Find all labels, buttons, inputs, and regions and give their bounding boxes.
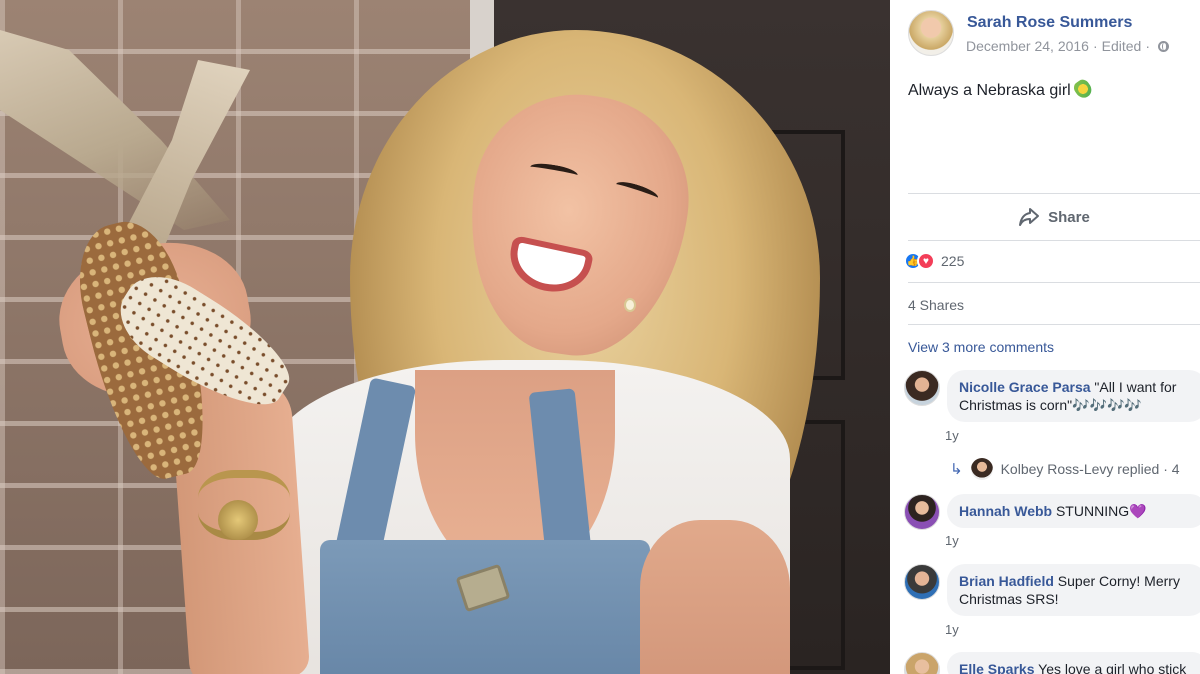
divider [908,193,1200,194]
globe-icon[interactable] [1158,41,1170,52]
divider [908,282,1200,283]
reply-arrow-icon: ↳ [950,461,963,478]
edited-label[interactable]: Edited [1102,38,1142,54]
reaction-count: 225 [941,253,965,269]
commenter-avatar[interactable] [904,564,940,600]
comment-time[interactable]: 1y [945,622,959,637]
reply-meta: replied · 4 [1117,461,1180,477]
commenter-name[interactable]: Hannah Webb [959,503,1052,519]
reaction-summary[interactable]: 👍 ♥ 225 [904,252,964,270]
replier-avatar [970,458,993,480]
commenter-name[interactable]: Elle Sparks [959,661,1035,674]
post-sidebar: Sarah Rose Summers December 24, 2016 · Edi… [890,0,1200,674]
post-meta: December 24, 2016 · Edited · [966,38,1170,54]
commenter-name[interactable]: Nicolle Grace Parsa [959,379,1091,395]
commenter-avatar[interactable] [904,494,940,530]
earring [624,298,636,312]
divider [908,324,1200,325]
comment-bubble: Brian Hadfield Super Corny! Merry Christ… [947,564,1200,616]
shares-count[interactable]: 4 Shares [908,297,964,313]
commenter-avatar[interactable] [904,652,940,674]
corn-emoji-icon [1071,77,1095,101]
post-photo[interactable] [0,0,890,674]
commenter-name[interactable]: Brian Hadfield [959,573,1054,589]
view-more-comments-link[interactable]: View 3 more comments [908,339,1054,355]
comment-time[interactable]: 1y [945,428,959,443]
post-header: Sarah Rose Summers December 24, 2016 · Edi… [908,10,1198,60]
share-label: Share [1048,208,1090,226]
comment-bubble: Elle Sparks Yes love a girl who stick [947,652,1200,674]
reply-summary[interactable]: ↳ Kolbey Ross-Levy replied · 4 [950,458,1180,480]
comment-bubble: Hannah Webb STUNNING💜 [947,494,1200,528]
comment-bubble: Nicolle Grace Parsa "All I want for Chri… [947,370,1200,422]
bracelet-charm [218,500,258,540]
author-name[interactable]: Sarah Rose Summers [967,14,1132,32]
share-icon [1018,207,1040,227]
caption-text: Always a Nebraska girl [908,82,1071,99]
comment-text: Yes love a girl who stick [1038,661,1187,674]
author-avatar[interactable] [908,10,954,56]
replier-name: Kolbey Ross-Levy [1000,461,1114,477]
love-reaction-icon: ♥ [917,252,935,270]
share-button[interactable]: Share [908,196,1200,238]
denim-overalls [320,540,650,674]
post-caption: Always a Nebraska girl [908,77,1095,101]
commenter-avatar[interactable] [904,370,940,406]
meta-separator: · [1145,38,1151,54]
post-date[interactable]: December 24, 2016 [966,38,1089,54]
arm-right [640,520,790,674]
divider [908,240,1200,241]
meta-separator: · [1092,38,1098,54]
comment-time[interactable]: 1y [945,533,959,548]
comment-text: STUNNING💜 [1055,503,1147,519]
